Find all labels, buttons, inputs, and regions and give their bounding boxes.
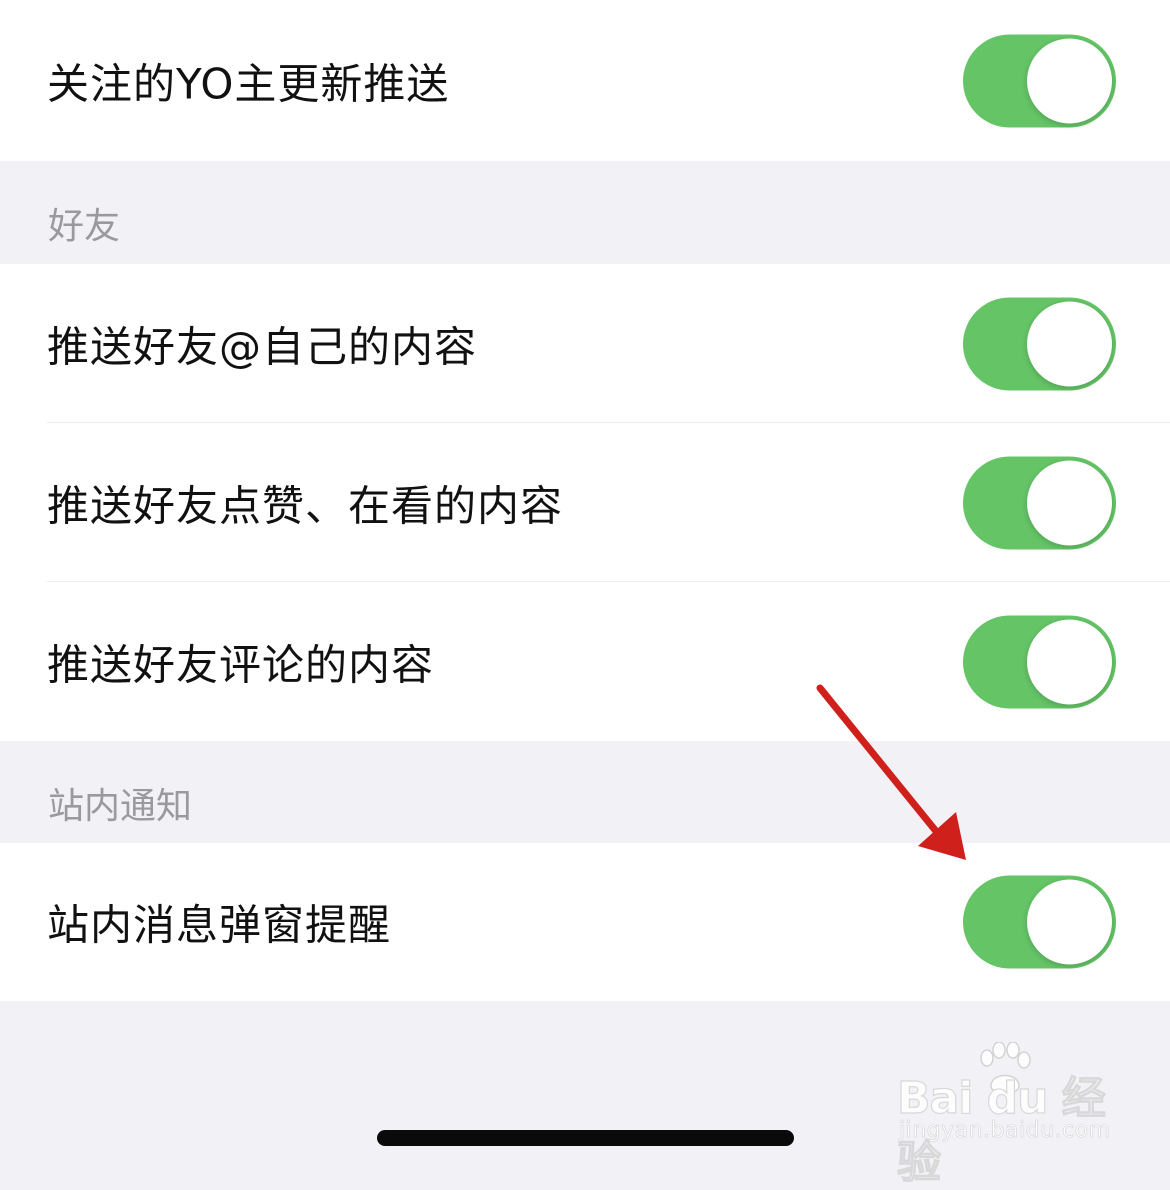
section-header-friends: 好友 — [48, 206, 121, 247]
row-label: 站内消息弹窗提醒 — [47, 900, 392, 950]
row-label: 推送好友评论的内容 — [47, 640, 435, 689]
toggle-knob — [1027, 460, 1112, 545]
following-updates-toggle[interactable] — [963, 34, 1116, 127]
settings-group-friends: 推送好友@自己的内容 推送好友点赞、在看的内容 推送好友评论的内容 — [0, 264, 1170, 741]
settings-row-friend-likes: 推送好友点赞、在看的内容 — [0, 423, 1170, 582]
settings-row-friend-mention: 推送好友@自己的内容 — [0, 264, 1170, 423]
settings-row-friend-comments: 推送好友评论的内容 — [0, 582, 1170, 741]
toggle-knob — [1027, 38, 1112, 123]
toggle-knob — [1027, 619, 1112, 704]
settings-row-site-popup: 站内消息弹窗提醒 — [0, 843, 1170, 1001]
toggle-knob — [1027, 301, 1112, 386]
site-popup-toggle[interactable] — [963, 875, 1116, 969]
section-header-site-notice: 站内通知 — [48, 786, 193, 827]
row-label: 推送好友@自己的内容 — [47, 322, 478, 371]
settings-row-following-updates: 关注的YO主更新推送 — [0, 0, 1170, 161]
friend-comments-toggle[interactable] — [963, 615, 1116, 708]
row-label: 推送好友点赞、在看的内容 — [47, 481, 564, 530]
friend-mention-toggle[interactable] — [963, 297, 1116, 390]
baidu-watermark: Bai du 经验 jingyan.baidu.com — [895, 1042, 1111, 1189]
toggle-knob — [1027, 879, 1112, 965]
home-indicator[interactable] — [377, 1130, 794, 1146]
settings-group-top: 关注的YO主更新推送 — [0, 0, 1170, 161]
watermark-url: jingyan.baidu.com — [899, 1118, 1111, 1144]
settings-group-site-notice: 站内消息弹窗提醒 — [0, 843, 1170, 1001]
friend-likes-toggle[interactable] — [963, 456, 1116, 549]
row-label: 关注的YO主更新推送 — [47, 59, 450, 108]
